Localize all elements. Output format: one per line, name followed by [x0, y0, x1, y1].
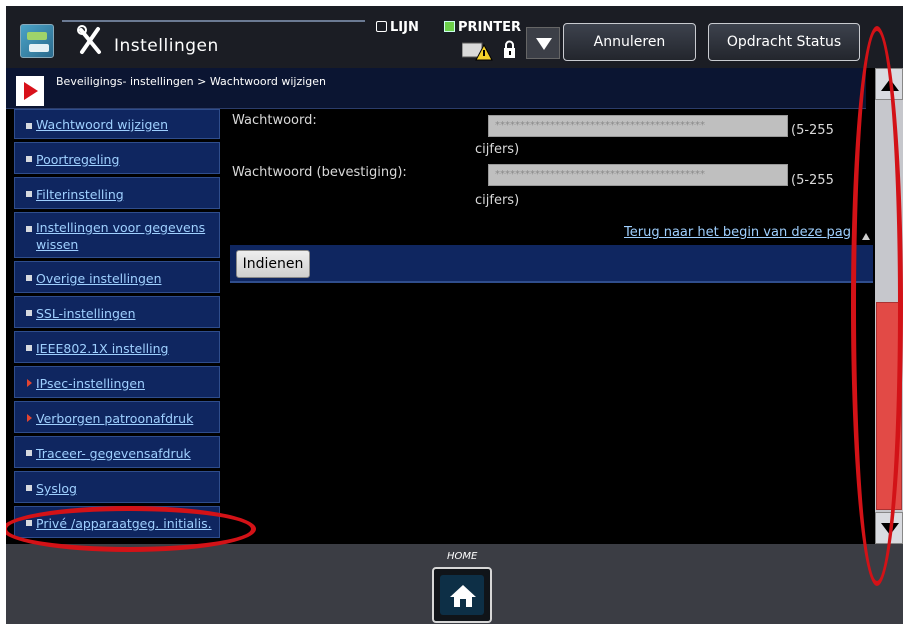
square-bullet-icon — [26, 450, 32, 456]
confirm-password-label: Wachtwoord (bevestiging): — [232, 165, 407, 180]
job-status-button[interactable]: Opdracht Status — [708, 23, 860, 61]
sidebar-item-label: Filterinstelling — [36, 187, 124, 202]
vertical-scrollbar[interactable] — [875, 68, 903, 544]
sidebar-item-filterinstelling[interactable]: Filterinstelling — [14, 177, 220, 209]
back-to-top-clip: Terug naar het begin van deze pagina — [624, 222, 850, 242]
sidebar-item-prive-initialisatie[interactable]: Privé /apparaatgeg. initialis. — [14, 506, 220, 538]
confirm-length-unit: cijfers) — [475, 193, 520, 208]
confirm-length-hint: (5-255 — [791, 173, 834, 188]
square-bullet-icon — [26, 345, 32, 351]
scroll-thumb[interactable] — [876, 302, 902, 510]
sidebar-item-poortregeling[interactable]: Poortregeling — [14, 142, 220, 174]
printer-status: PRINTER — [444, 20, 521, 35]
square-bullet-icon — [26, 275, 32, 281]
square-bullet-icon — [26, 123, 32, 129]
square-bullet-icon — [26, 485, 32, 491]
scroll-down-arrow-icon[interactable] — [875, 512, 903, 544]
page-title: Instellingen — [114, 36, 219, 56]
scroll-up-arrow-icon[interactable] — [875, 68, 903, 100]
printer-warning-lock-icon — [462, 40, 515, 61]
dropdown-arrow-button[interactable] — [526, 27, 560, 59]
sidebar-item-label: IEEE802.1X instelling — [36, 341, 169, 356]
breadcrumb: Beveiligings- instellingen > Wachtwoord … — [56, 75, 327, 88]
sidebar-item-wachtwoord-wijzigen[interactable]: Wachtwoord wijzigen — [14, 109, 220, 139]
password-form: Wachtwoord: ****************************… — [230, 109, 873, 543]
sidebar-item-label: Syslog — [36, 481, 77, 496]
sidebar-item-label: SSL-instellingen — [36, 306, 136, 321]
sidebar-item-label: Instellingen voor gegevens wissen — [36, 220, 206, 252]
square-bullet-icon — [26, 191, 32, 197]
square-bullet-icon — [26, 310, 32, 316]
triangle-bullet-icon — [27, 379, 32, 387]
settings-tools-icon — [77, 25, 101, 54]
square-bullet-icon — [26, 156, 32, 162]
printer-status-label: PRINTER — [458, 20, 522, 35]
sidebar-item-traceer-gegevensafdruk[interactable]: Traceer- gegevensafdruk — [14, 436, 220, 468]
square-bullet-icon — [26, 520, 32, 526]
sidebar-item-label: IPsec-instellingen — [36, 376, 145, 391]
sidebar-item-ieee8021x[interactable]: IEEE802.1X instelling — [14, 331, 220, 363]
square-bullet-icon — [26, 226, 32, 232]
app-switch-icon[interactable] — [20, 24, 54, 58]
line-status-checkbox-icon — [376, 21, 387, 32]
line-status: LIJN — [376, 20, 419, 35]
back-to-top-link[interactable]: Terug naar het begin van deze pagina — [624, 225, 850, 240]
sidebar-item-gegevens-wissen[interactable]: Instellingen voor gegevens wissen — [14, 212, 220, 258]
sidebar-item-label: Poortregeling — [36, 152, 120, 167]
breadcrumb-bar: Beveiligings- instellingen > Wachtwoord … — [6, 68, 866, 109]
back-to-top-arrow-icon[interactable] — [862, 233, 870, 240]
password-label: Wachtwoord: — [232, 113, 317, 128]
sidebar-item-label: Overige instellingen — [36, 271, 162, 286]
settings-sidebar: Wachtwoord wijzigen Poortregeling Filter… — [14, 109, 220, 541]
breadcrumb-toggle-icon[interactable] — [16, 76, 44, 106]
line-status-label: LIJN — [390, 20, 419, 35]
confirm-password-field[interactable]: ****************************************… — [488, 164, 788, 186]
submit-button[interactable]: Indienen — [236, 250, 310, 278]
sidebar-item-verborgen-patroonafdruk[interactable]: Verborgen patroonafdruk — [14, 401, 220, 433]
top-bar: Instellingen LIJN PRINTER Annuleren Opdr… — [6, 6, 903, 68]
cancel-button[interactable]: Annuleren — [563, 23, 696, 61]
printer-status-indicator-icon — [444, 21, 455, 32]
sidebar-item-label: Privé /apparaatgeg. initialis. — [36, 516, 212, 531]
sidebar-item-label: Traceer- gegevensafdruk — [36, 446, 191, 461]
password-length-hint: (5-255 — [791, 123, 834, 138]
sidebar-item-ipsec-instellingen[interactable]: IPsec-instellingen — [14, 366, 220, 398]
triangle-bullet-icon — [27, 414, 32, 422]
sidebar-item-syslog[interactable]: Syslog — [14, 471, 220, 503]
home-label: HOME — [447, 551, 478, 562]
sidebar-item-label: Wachtwoord wijzigen — [36, 117, 169, 132]
password-length-unit: cijfers) — [475, 142, 520, 157]
submit-bar: Indienen — [230, 245, 873, 283]
home-button[interactable] — [432, 567, 492, 623]
sidebar-item-label: Verborgen patroonafdruk — [36, 411, 194, 426]
sidebar-item-overige-instellingen[interactable]: Overige instellingen — [14, 261, 220, 293]
password-field[interactable]: ****************************************… — [488, 115, 788, 137]
sidebar-item-ssl-instellingen[interactable]: SSL-instellingen — [14, 296, 220, 328]
home-icon — [450, 585, 476, 607]
device-screen: Instellingen LIJN PRINTER Annuleren Opdr… — [6, 6, 903, 624]
